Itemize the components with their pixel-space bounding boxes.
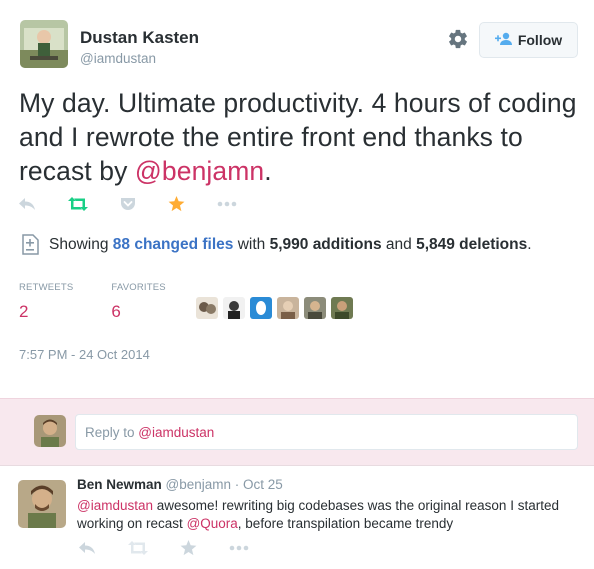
tweet-mention-link[interactable]: @benjamn — [135, 156, 264, 186]
favorite-star-icon[interactable] — [180, 540, 197, 556]
card-deletions: 5,849 deletions — [416, 235, 528, 253]
reply-author-name[interactable]: Ben Newman — [77, 477, 162, 492]
tweet-actions — [18, 196, 269, 212]
reply-tweet-text: @iamdustan awesome! rewriting big codeba… — [77, 497, 587, 533]
card-end: . — [527, 235, 532, 253]
author-handle[interactable]: @iamdustan — [80, 51, 156, 66]
tweet-stats: RETWEETS 2 FAVORITES 6 — [19, 282, 204, 322]
reply-input[interactable]: Reply to @iamdustan — [75, 414, 578, 450]
reply-date[interactable]: Oct 25 — [243, 477, 283, 492]
reply-author-handle[interactable]: @benjamn — [166, 477, 232, 492]
favoriter-avatar[interactable] — [223, 297, 245, 319]
retweet-icon[interactable] — [128, 541, 148, 555]
pocket-icon[interactable] — [120, 197, 136, 211]
favorite-star-icon[interactable] — [168, 196, 185, 212]
author-name[interactable]: Dustan Kasten — [80, 28, 199, 48]
favoriter-avatar[interactable] — [277, 297, 299, 319]
card-showing: Showing — [49, 235, 109, 253]
reply-text-part2: , before transpilation became trendy — [237, 516, 454, 531]
tweet-text-body: My day. Ultimate productivity. 4 hours o… — [19, 88, 577, 186]
reply-placeholder-mention: @iamdustan — [138, 425, 215, 440]
more-icon[interactable] — [229, 545, 249, 551]
settings-gear-icon[interactable] — [447, 28, 469, 50]
favorites-count: 6 — [111, 302, 121, 321]
github-card[interactable]: Showing 88 changed files with 5,990 addi… — [22, 234, 532, 255]
favoriter-avatar[interactable] — [304, 297, 326, 319]
reply-placeholder: Reply to — [85, 425, 139, 440]
favoriter-avatar[interactable] — [196, 297, 218, 319]
reply-mention-link[interactable]: @Quora — [187, 516, 238, 531]
favorites-label: FAVORITES — [111, 282, 166, 293]
reply-separator: · — [231, 477, 244, 492]
file-diff-icon — [22, 234, 39, 255]
card-additions: 5,990 additions — [269, 235, 382, 253]
favorites-stat[interactable]: FAVORITES 6 — [111, 282, 165, 322]
follow-label: Follow — [517, 32, 563, 48]
reply-tweet-header: Ben Newman @benjamn · Oct 25 — [77, 477, 283, 492]
follow-user-icon — [494, 32, 513, 49]
retweets-count: 2 — [19, 302, 29, 321]
tweet-text-end: . — [264, 156, 272, 186]
card-and: and — [385, 235, 412, 253]
retweets-label: RETWEETS — [19, 282, 74, 293]
favoriter-avatars — [196, 297, 358, 319]
more-icon[interactable] — [217, 201, 237, 207]
favoriter-avatar[interactable] — [250, 297, 272, 319]
author-avatar[interactable] — [20, 20, 68, 68]
reply-tweet-actions — [78, 540, 281, 556]
follow-button[interactable]: Follow — [479, 22, 578, 58]
tweet-text: My day. Ultimate productivity. 4 hours o… — [19, 86, 584, 188]
reply-mention-link[interactable]: @iamdustan — [77, 498, 153, 513]
card-changed-files-link[interactable]: 88 changed files — [113, 236, 234, 254]
tweet-timestamp[interactable]: 7:57 PM - 24 Oct 2014 — [19, 347, 150, 362]
retweets-stat[interactable]: RETWEETS 2 — [19, 282, 73, 322]
retweet-icon[interactable] — [68, 197, 88, 211]
reply-icon[interactable] — [78, 541, 96, 555]
reply-author-avatar[interactable] — [18, 480, 66, 528]
card-with: with — [237, 235, 266, 253]
reply-icon[interactable] — [18, 197, 36, 211]
current-user-avatar — [34, 415, 66, 447]
favoriter-avatar[interactable] — [331, 297, 353, 319]
